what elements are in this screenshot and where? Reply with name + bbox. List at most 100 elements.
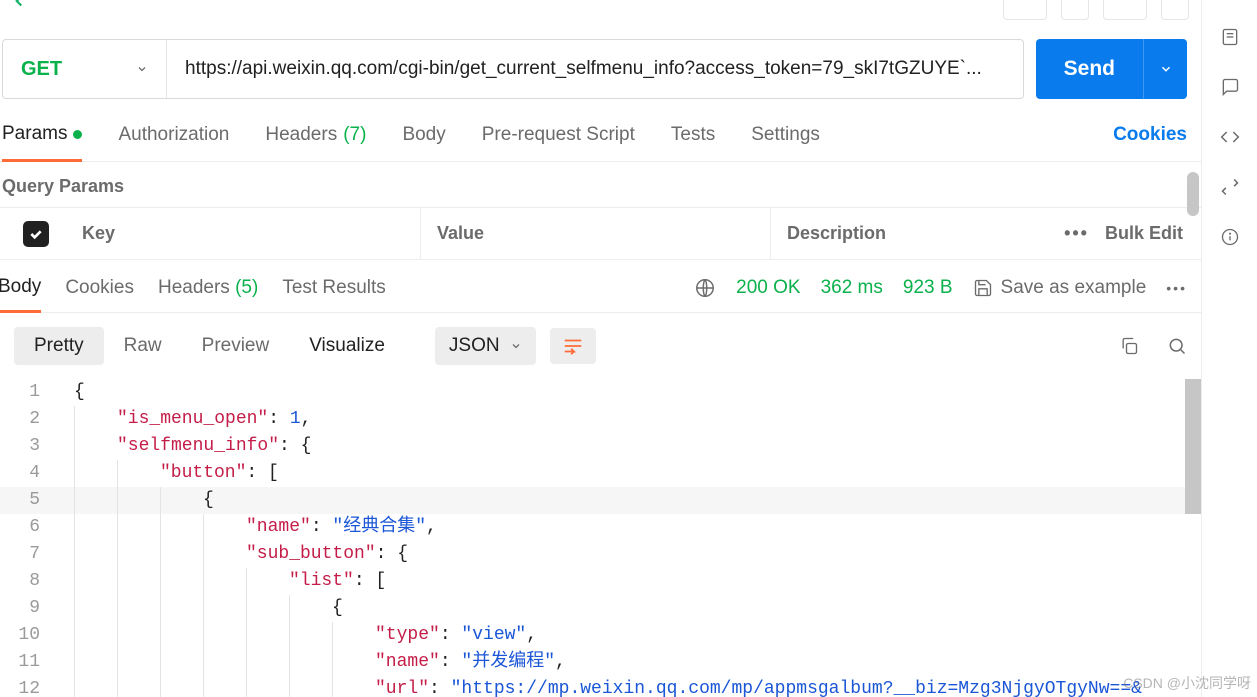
url-input[interactable]: https://api.weixin.qq.com/cgi-bin/get_cu… xyxy=(167,40,1023,98)
code-content: "name": "并发编程", xyxy=(56,649,566,676)
line-number: 12 xyxy=(0,676,56,697)
view-pretty[interactable]: Pretty xyxy=(14,327,104,365)
code-content: { xyxy=(56,595,343,622)
line-number: 7 xyxy=(0,541,56,568)
tab-headers[interactable]: Headers (7) xyxy=(265,124,366,160)
line-number: 9 xyxy=(0,595,56,622)
select-all-checkbox[interactable] xyxy=(23,221,49,247)
resp-tab-body[interactable]: Body xyxy=(0,276,41,313)
documentation-icon[interactable] xyxy=(1219,26,1241,48)
scrollbar-thumb[interactable] xyxy=(1185,379,1201,514)
body-view-controls: Pretty Raw Preview Visualize JSON xyxy=(0,313,1201,379)
info-icon[interactable] xyxy=(1219,226,1241,248)
code-line: 1{ xyxy=(0,379,1201,406)
resp-tab-cookies[interactable]: Cookies xyxy=(65,277,134,311)
tab-label: Headers xyxy=(158,277,230,298)
save-as-example-button[interactable]: Save as example xyxy=(973,277,1147,299)
line-number: 6 xyxy=(0,514,56,541)
response-more-icon[interactable]: ••• xyxy=(1166,280,1187,296)
network-icon[interactable] xyxy=(694,277,716,299)
line-number: 3 xyxy=(0,433,56,460)
format-label: JSON xyxy=(449,335,500,357)
key-column-header: Key xyxy=(72,223,420,244)
code-content: { xyxy=(56,379,85,406)
params-indicator-dot xyxy=(73,130,82,139)
method-url-group: GET https://api.weixin.qq.com/cgi-bin/ge… xyxy=(2,39,1024,99)
tab-body[interactable]: Body xyxy=(402,124,445,160)
line-wrap-button[interactable] xyxy=(550,328,596,364)
code-content: "is_menu_open": 1, xyxy=(56,406,311,433)
tab-settings[interactable]: Settings xyxy=(751,124,820,160)
ghost-button[interactable] xyxy=(1161,0,1189,20)
header-actions: ••• Bulk Edit xyxy=(1029,223,1201,244)
code-icon[interactable] xyxy=(1219,126,1241,148)
code-content: "name": "经典合集", xyxy=(56,514,437,541)
line-number: 2 xyxy=(0,406,56,433)
code-content: "type": "view", xyxy=(56,622,537,649)
chevron-down-icon xyxy=(510,340,522,352)
code-content: "selfmenu_info": { xyxy=(56,433,311,460)
resp-tab-headers[interactable]: Headers (5) xyxy=(158,277,258,311)
query-params-header-row: Key Value Description ••• Bulk Edit xyxy=(0,208,1201,260)
back-arrow-icon[interactable] xyxy=(10,0,28,10)
url-text: https://api.weixin.qq.com/cgi-bin/get_cu… xyxy=(185,58,982,80)
code-line: 8"list": [ xyxy=(0,568,1201,595)
response-body-code[interactable]: 1{2"is_menu_open": 1,3"selfmenu_info": {… xyxy=(0,379,1201,697)
top-toolbar xyxy=(0,0,1201,16)
format-select[interactable]: JSON xyxy=(435,327,536,365)
tab-authorization[interactable]: Authorization xyxy=(118,124,229,160)
tab-tests[interactable]: Tests xyxy=(671,124,715,160)
line-number: 8 xyxy=(0,568,56,595)
search-icon[interactable] xyxy=(1167,336,1187,356)
resp-tab-test-results[interactable]: Test Results xyxy=(282,277,385,311)
outer-scrollbar-thumb[interactable] xyxy=(1187,172,1199,216)
code-content: "url": "https://mp.weixin.qq.com/mp/appm… xyxy=(56,676,1142,697)
code-line: 2"is_menu_open": 1, xyxy=(0,406,1201,433)
right-sidebar xyxy=(1201,0,1257,697)
ghost-button[interactable] xyxy=(1003,0,1047,20)
view-preview[interactable]: Preview xyxy=(182,327,290,365)
tab-prerequest[interactable]: Pre-request Script xyxy=(482,124,635,160)
status-code: 200 OK xyxy=(736,277,800,299)
related-icon[interactable] xyxy=(1219,176,1241,198)
code-content: "list": [ xyxy=(56,568,386,595)
line-number: 11 xyxy=(0,649,56,676)
line-number: 1 xyxy=(0,379,56,406)
tab-label: Headers xyxy=(265,124,337,146)
more-options-icon[interactable]: ••• xyxy=(1064,223,1089,244)
send-button[interactable]: Send xyxy=(1036,39,1143,99)
line-number: 5 xyxy=(0,487,56,514)
code-line: 10"type": "view", xyxy=(0,622,1201,649)
response-size: 923 B xyxy=(903,277,953,299)
select-all-cell xyxy=(0,221,72,247)
send-button-group: Send xyxy=(1036,39,1187,99)
request-row: GET https://api.weixin.qq.com/cgi-bin/ge… xyxy=(0,16,1201,99)
line-number: 10 xyxy=(0,622,56,649)
code-line: 12"url": "https://mp.weixin.qq.com/mp/ap… xyxy=(0,676,1201,697)
code-line: 4"button": [ xyxy=(0,460,1201,487)
query-params-title: Query Params xyxy=(0,162,1201,207)
cookies-link[interactable]: Cookies xyxy=(1113,124,1187,160)
comments-icon[interactable] xyxy=(1219,76,1241,98)
code-line: 3"selfmenu_info": { xyxy=(0,433,1201,460)
send-dropdown-button[interactable] xyxy=(1143,39,1187,99)
view-raw[interactable]: Raw xyxy=(104,327,182,365)
code-line: 7"sub_button": { xyxy=(0,541,1201,568)
bulk-edit-button[interactable]: Bulk Edit xyxy=(1105,223,1183,244)
code-content: "button": [ xyxy=(56,460,279,487)
body-right-icons xyxy=(1119,336,1187,356)
view-visualize[interactable]: Visualize xyxy=(289,327,405,365)
ghost-button[interactable] xyxy=(1103,0,1147,20)
code-line: 9{ xyxy=(0,595,1201,622)
tab-params[interactable]: Params xyxy=(2,123,82,162)
headers-count: (7) xyxy=(343,124,366,146)
value-column-header: Value xyxy=(420,208,770,259)
line-number: 4 xyxy=(0,460,56,487)
code-content: { xyxy=(56,487,214,514)
copy-icon[interactable] xyxy=(1119,336,1139,356)
ghost-button[interactable] xyxy=(1061,0,1089,20)
top-button-group xyxy=(1003,0,1189,20)
request-tabs: Params Authorization Headers (7) Body Pr… xyxy=(0,99,1201,162)
code-content: "sub_button": { xyxy=(56,541,408,568)
http-method-select[interactable]: GET xyxy=(3,40,167,98)
